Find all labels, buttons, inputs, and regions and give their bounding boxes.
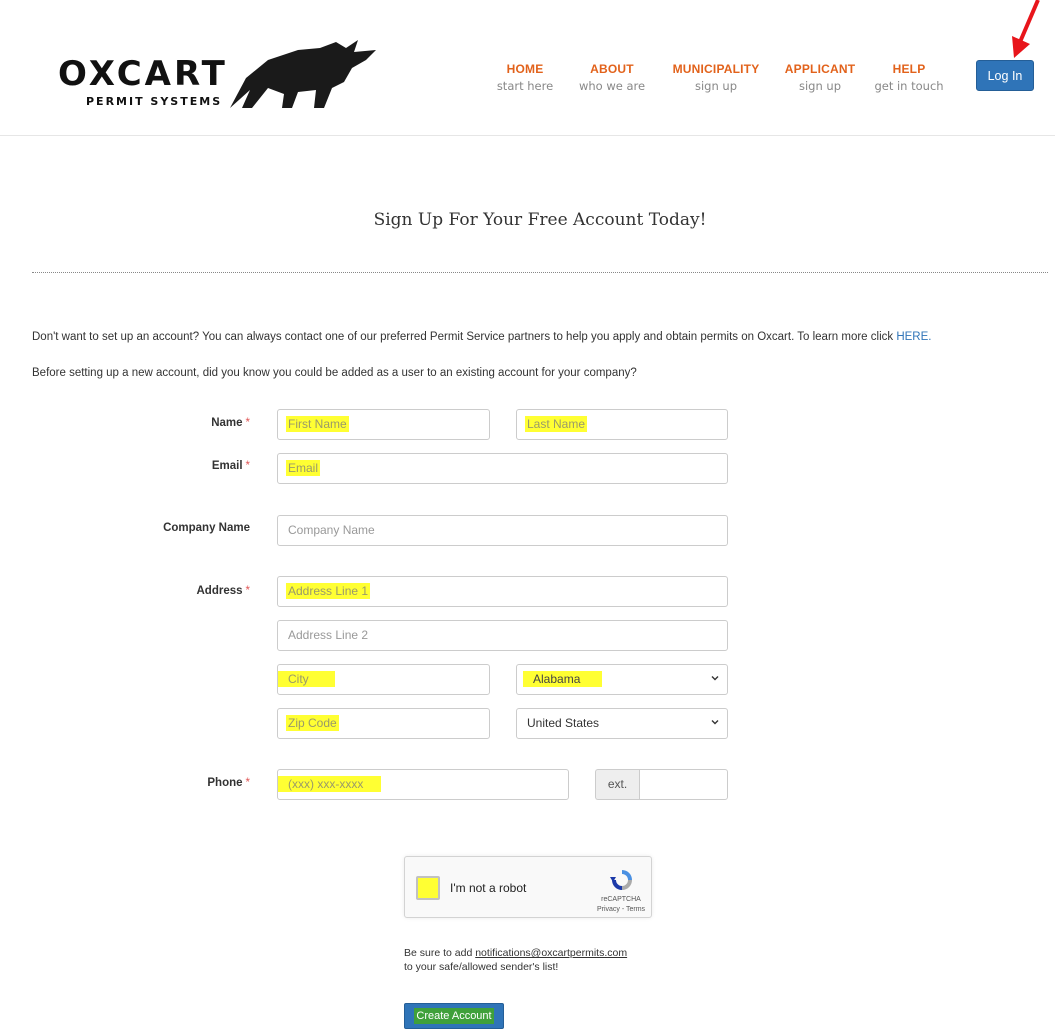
address-label-text: Address [196,585,243,597]
existing-account-info: Before setting up a new account, did you… [32,367,637,379]
notification-email-link[interactable]: notifications@oxcartpermits.com [475,947,627,959]
recaptcha-checkbox[interactable] [416,876,440,900]
safe-sender-note: Be sure to add notifications@oxcartpermi… [404,946,627,974]
state-select[interactable]: Alabama [516,664,728,695]
recaptcha-privacy-links[interactable]: Privacy - Terms [591,906,651,913]
email-placeholder: Email [286,460,321,476]
recaptcha-brand-text: reCAPTCHA [601,896,641,903]
recaptcha-logo-icon [610,870,632,890]
phone-placeholder: (xxx) xxx-xxxx [278,776,382,792]
title-divider [32,272,1048,273]
create-account-label: Create Account [414,1008,494,1024]
last-name-field[interactable]: Last Name [516,409,728,440]
name-label: Name * [0,417,250,429]
nav-home-title: HOME [506,62,544,76]
first-name-field[interactable]: First Name [277,409,490,440]
nav-home[interactable]: HOME start here [493,62,557,94]
ext-addon: ext. [595,769,639,800]
email-field[interactable]: Email [277,453,728,484]
nav-about-title: ABOUT [590,62,634,76]
chevron-down-icon [711,720,719,725]
phone-label: Phone * [0,777,250,789]
city-field[interactable]: City [277,664,490,695]
nav-about-sub: who we are [578,79,646,93]
header-divider [0,135,1055,136]
country-select[interactable]: United States [516,708,728,739]
required-mark: * [245,460,250,472]
nav-about[interactable]: ABOUT who we are [574,62,650,94]
email-label-text: Email [211,460,243,472]
nav-applicant-sub: sign up [798,79,842,93]
nav-municipality-sub: sign up [694,79,738,93]
required-mark: * [245,777,250,789]
recaptcha-label: I'm not a robot [450,881,527,895]
partner-info-text: Don't want to set up an account? You can… [32,331,931,343]
create-account-button[interactable]: Create Account [404,1003,504,1029]
chevron-down-icon [711,676,719,681]
last-name-placeholder: Last Name [525,416,588,432]
zip-code-placeholder: Zip Code [286,715,339,731]
address-line1-field[interactable]: Address Line 1 [277,576,728,607]
nav-help-sub: get in touch [874,79,944,93]
phone-field[interactable]: (xxx) xxx-xxxx [277,769,569,800]
address-line1-placeholder: Address Line 1 [286,583,371,599]
partner-info-line: Don't want to set up an account? You can… [32,331,894,343]
address-line2-field[interactable]: Address Line 2 [277,620,728,651]
phone-label-text: Phone [207,777,243,789]
city-placeholder: City [278,671,335,687]
zip-code-field[interactable]: Zip Code [277,708,490,739]
company-label: Company Name [0,522,250,534]
nav-municipality[interactable]: MUNICIPALITY sign up [668,62,764,94]
nav-applicant-title: APPLICANT [784,62,856,76]
required-mark: * [245,417,250,429]
red-arrow-annotation-icon [1012,0,1040,58]
state-selected-value: Alabama [523,671,603,687]
nav-applicant[interactable]: APPLICANT sign up [780,62,860,94]
note-prefix: Be sure to add [404,947,473,959]
required-mark: * [245,585,250,597]
main-nav: HOME start here ABOUT who we are MUNICIP… [0,62,1055,98]
company-label-text: Company Name [163,522,250,534]
name-label-text: Name [211,417,243,429]
email-label: Email * [0,460,250,472]
first-name-placeholder: First Name [286,416,349,432]
phone-ext-field[interactable] [639,769,728,800]
recaptcha-widget: I'm not a robot reCAPTCHA Privacy - Term… [404,856,652,918]
login-button[interactable]: Log In [976,60,1034,91]
country-selected-value: United States [527,716,600,730]
nav-help-title: HELP [892,62,926,76]
company-name-field[interactable]: Company Name [277,515,728,546]
page-title: Sign Up For Your Free Account Today! [373,210,707,230]
address-label: Address * [0,585,250,597]
nav-home-sub: start here [496,79,554,93]
nav-municipality-title: MUNICIPALITY [672,62,760,76]
partner-info-link[interactable]: HERE. [896,331,931,343]
note-suffix: to your safe/allowed sender's list! [404,961,559,973]
nav-help[interactable]: HELP get in touch [866,62,952,94]
